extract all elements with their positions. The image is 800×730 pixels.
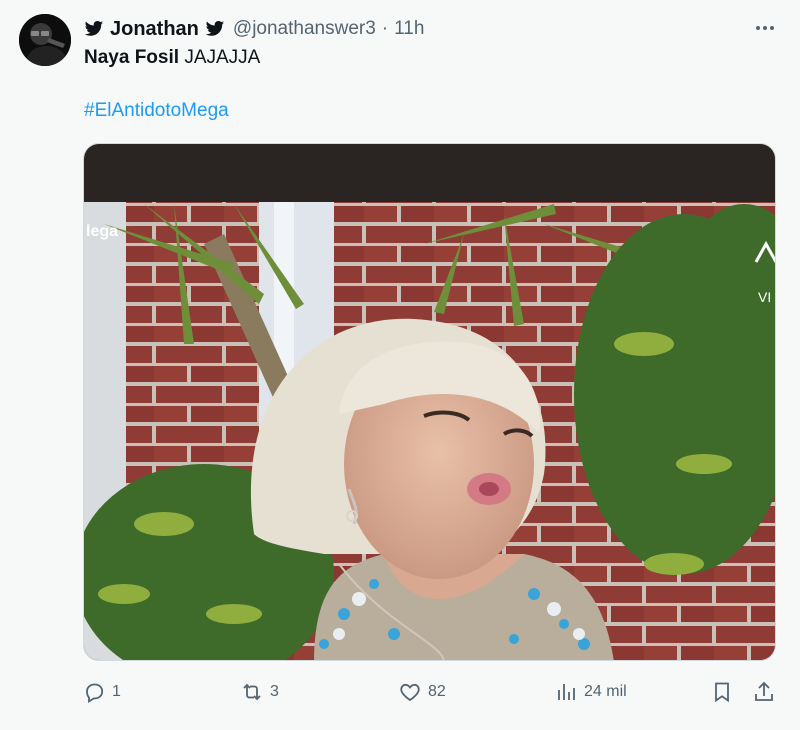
- user-name[interactable]: Jonathan: [110, 18, 199, 41]
- bookmark-button[interactable]: [710, 679, 740, 705]
- bookmark-icon: [715, 682, 729, 703]
- tweet-text: Naya Fosil JAJAJJA: [84, 47, 260, 69]
- views-count: 24 mil: [584, 683, 627, 700]
- twitter-bird-icon: [84, 21, 104, 36]
- tweet-body-text: JAJAJJA: [184, 47, 261, 68]
- reply-icon: [86, 683, 104, 703]
- heart-icon: [400, 683, 420, 702]
- more-options-icon[interactable]: [753, 18, 777, 38]
- like-button[interactable]: 82: [398, 679, 446, 705]
- tweet-time[interactable]: 11h: [394, 18, 424, 40]
- retweet-button[interactable]: 3: [240, 679, 279, 705]
- hashtag-link[interactable]: #ElAntidotoMega: [84, 100, 229, 122]
- retweet-icon: [243, 683, 261, 701]
- action-bar: 1 3 82 24 mil: [80, 675, 780, 709]
- views-chart-icon: [558, 684, 575, 700]
- corner-text: VI: [758, 289, 771, 305]
- tweet-header: Jonathan @jonathanswer3 · 11h: [84, 17, 424, 41]
- reply-button[interactable]: 1: [82, 679, 121, 705]
- reply-count: 1: [112, 683, 121, 700]
- avatar[interactable]: [19, 14, 71, 66]
- tweet-media[interactable]: lega VI: [83, 143, 776, 661]
- retweet-count: 3: [270, 683, 279, 700]
- like-count: 82: [428, 683, 446, 700]
- share-icon: [755, 681, 773, 701]
- verified-bird-icon: [205, 21, 225, 36]
- media-photo: lega VI: [84, 144, 775, 660]
- tweet-card[interactable]: Jonathan @jonathanswer3 · 11h Naya Fosil…: [0, 0, 800, 730]
- watermark-text: lega: [86, 223, 118, 240]
- share-button[interactable]: [752, 679, 782, 705]
- avatar-image: [19, 14, 71, 66]
- tweet-bold-text: Naya Fosil: [84, 47, 180, 68]
- time-separator: ·: [381, 18, 389, 39]
- views-button[interactable]: 24 mil: [554, 679, 627, 705]
- user-handle[interactable]: @jonathanswer3: [233, 18, 376, 40]
